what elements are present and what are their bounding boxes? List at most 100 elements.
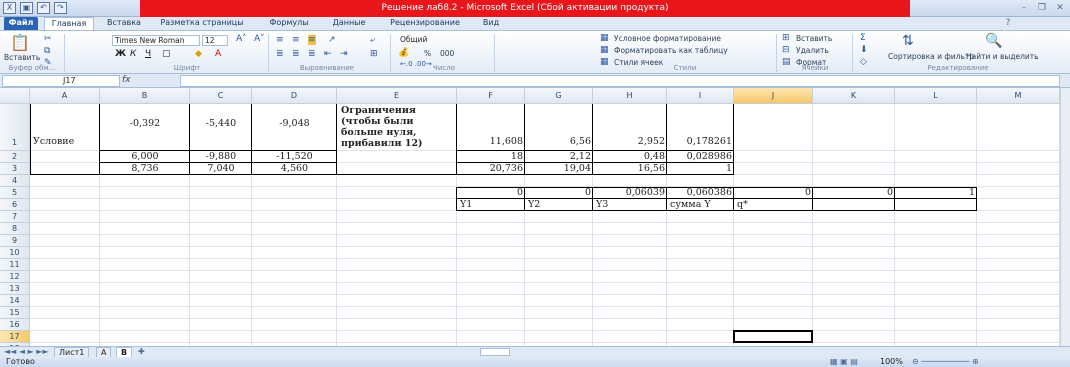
align-bottom-icon[interactable]: ≡ bbox=[308, 35, 316, 45]
thousands-button[interactable]: 000 bbox=[440, 49, 454, 58]
row-header-1[interactable]: 1 bbox=[0, 104, 30, 151]
fill-icon[interactable]: ⬇ bbox=[860, 45, 868, 55]
font-color-icon[interactable]: A bbox=[215, 49, 221, 59]
cell-f2[interactable]: 18 bbox=[457, 151, 525, 162]
delete-cells-icon[interactable]: ⊟ bbox=[782, 45, 790, 55]
cell-e1[interactable]: прибавили 12) bbox=[337, 138, 423, 149]
row-header-12[interactable]: 12 bbox=[0, 271, 30, 283]
zoom-level[interactable]: 100% bbox=[880, 357, 903, 366]
autosum-icon[interactable]: Σ bbox=[860, 33, 866, 43]
tab-view[interactable]: Вид bbox=[476, 17, 506, 30]
increase-indent-icon[interactable]: ⇥ bbox=[340, 49, 348, 59]
cell-b2[interactable]: 6,000 bbox=[100, 151, 190, 162]
tab-data[interactable]: Данные bbox=[326, 17, 372, 30]
cell-g5[interactable]: 0 bbox=[525, 187, 593, 198]
tab-page-layout[interactable]: Разметка страницы bbox=[154, 17, 250, 30]
column-header-k[interactable]: K bbox=[813, 88, 895, 104]
cell-j5[interactable]: 0 bbox=[734, 187, 813, 198]
sheet-nav-icon[interactable]: ◄◄ ◄ ► ►► bbox=[4, 347, 49, 356]
redo-icon[interactable]: ↷ bbox=[54, 2, 67, 14]
zoom-slider[interactable]: ⊖ ────────── ⊕ bbox=[912, 357, 979, 366]
row-header-10[interactable]: 10 bbox=[0, 247, 30, 259]
row-header-11[interactable]: 11 bbox=[0, 259, 30, 271]
cell-d3[interactable]: 4,560 bbox=[252, 163, 337, 174]
horizontal-scrollbar[interactable] bbox=[480, 348, 510, 356]
tab-home[interactable]: Главная bbox=[44, 17, 94, 30]
percent-button[interactable]: % bbox=[424, 49, 431, 58]
cell-e1[interactable]: Ограничения bbox=[337, 105, 416, 116]
orientation-icon[interactable]: ↗ bbox=[328, 35, 336, 45]
insert-sheet-icon[interactable]: ✚ bbox=[138, 347, 145, 356]
align-center-icon[interactable]: ≣ bbox=[292, 49, 300, 59]
excel-icon[interactable]: X bbox=[3, 2, 16, 14]
cell-f5[interactable]: 0 bbox=[457, 187, 525, 198]
save-icon[interactable]: ▣ bbox=[20, 2, 33, 14]
column-header-i[interactable]: I bbox=[667, 88, 734, 104]
active-cell-j17[interactable] bbox=[733, 330, 813, 343]
minimize-icon[interactable]: – bbox=[1016, 2, 1032, 14]
cell-e1[interactable]: (чтобы были bbox=[337, 116, 413, 127]
cell-g2[interactable]: 2,12 bbox=[525, 151, 593, 162]
copy-icon[interactable]: ⧉ bbox=[44, 46, 50, 56]
cell-i3[interactable]: 1 bbox=[667, 163, 734, 174]
column-header-a[interactable]: A bbox=[30, 88, 100, 104]
row-header-9[interactable]: 9 bbox=[0, 235, 30, 247]
number-format-select[interactable]: Общий bbox=[398, 35, 460, 46]
format-table-button[interactable]: Форматировать как таблицу bbox=[614, 46, 728, 55]
fx-icon[interactable]: fx bbox=[122, 75, 131, 85]
cell-i6[interactable]: сумма Y bbox=[667, 199, 734, 210]
row-header-15[interactable]: 15 bbox=[0, 307, 30, 319]
row-header-16[interactable]: 16 bbox=[0, 319, 30, 331]
cell-i5[interactable]: 0,060386 bbox=[667, 187, 734, 198]
cell-e1[interactable]: больше нуля, bbox=[337, 127, 416, 138]
formula-input[interactable] bbox=[180, 75, 1060, 87]
column-header-m[interactable]: M bbox=[977, 88, 1060, 104]
row-header-14[interactable]: 14 bbox=[0, 295, 30, 307]
insert-cells-icon[interactable]: ⊞ bbox=[782, 33, 790, 43]
wrap-text-icon[interactable]: ⤶ bbox=[370, 35, 375, 45]
cell-g3[interactable]: 19,04 bbox=[525, 163, 593, 174]
align-left-icon[interactable]: ≣ bbox=[276, 49, 284, 59]
paste-button[interactable]: Вставить bbox=[4, 53, 40, 62]
cell-f3[interactable]: 20,736 bbox=[457, 163, 525, 174]
column-header-h[interactable]: H bbox=[593, 88, 667, 104]
column-header-e[interactable]: E bbox=[337, 88, 457, 104]
column-header-l[interactable]: L bbox=[895, 88, 977, 104]
align-right-icon[interactable]: ≣ bbox=[308, 49, 316, 59]
align-top-icon[interactable]: ≡ bbox=[276, 35, 284, 45]
close-icon[interactable]: ✕ bbox=[1052, 2, 1068, 14]
column-header-b[interactable]: B bbox=[100, 88, 190, 104]
cell-h3[interactable]: 16,56 bbox=[593, 163, 667, 174]
currency-icon[interactable]: 💰 bbox=[398, 48, 409, 58]
row-header-3[interactable]: 3 bbox=[0, 163, 30, 175]
paste-icon[interactable]: 📋 bbox=[10, 33, 30, 52]
merge-icon[interactable]: ⊞ bbox=[370, 49, 378, 59]
italic-icon[interactable]: К bbox=[130, 49, 136, 59]
column-header-f[interactable]: F bbox=[457, 88, 525, 104]
column-header-d[interactable]: D bbox=[252, 88, 337, 104]
delete-cells-button[interactable]: Удалить bbox=[796, 46, 829, 55]
bold-icon[interactable]: Ж bbox=[115, 49, 126, 59]
cell-i2[interactable]: 0,028986 bbox=[667, 151, 734, 162]
cell-k5[interactable]: 0 bbox=[813, 187, 895, 198]
shrink-font-icon[interactable]: A˅ bbox=[254, 34, 265, 44]
row-header-8[interactable]: 8 bbox=[0, 223, 30, 235]
cell-c1[interactable]: -5,440 bbox=[190, 118, 252, 129]
find-select-icon[interactable]: 🔍 bbox=[985, 33, 1002, 49]
view-buttons[interactable]: ▦ ▣ ▤ bbox=[830, 357, 858, 366]
name-box[interactable]: J17 bbox=[2, 75, 120, 87]
column-header-g[interactable]: G bbox=[525, 88, 593, 104]
worksheet-grid[interactable]: ABCDEFGHIJKLM 12345678910111213141516171… bbox=[0, 88, 1070, 346]
cell-d2[interactable]: -11,520 bbox=[252, 151, 337, 162]
restore-icon[interactable]: ❐ bbox=[1034, 2, 1050, 14]
cell-b1[interactable]: -0,392 bbox=[100, 118, 190, 129]
cell-l5[interactable]: 1 bbox=[895, 187, 977, 198]
cell-i1[interactable]: 0,178261 bbox=[667, 136, 734, 147]
row-header-4[interactable]: 4 bbox=[0, 175, 30, 187]
cell-h6[interactable]: Y3 bbox=[593, 199, 667, 210]
row-header-13[interactable]: 13 bbox=[0, 283, 30, 295]
cut-icon[interactable]: ✂ bbox=[44, 34, 52, 44]
cell-h5[interactable]: 0,06039 bbox=[593, 187, 667, 198]
cell-c2[interactable]: -9,880 bbox=[190, 151, 252, 162]
row-header-7[interactable]: 7 bbox=[0, 211, 30, 223]
